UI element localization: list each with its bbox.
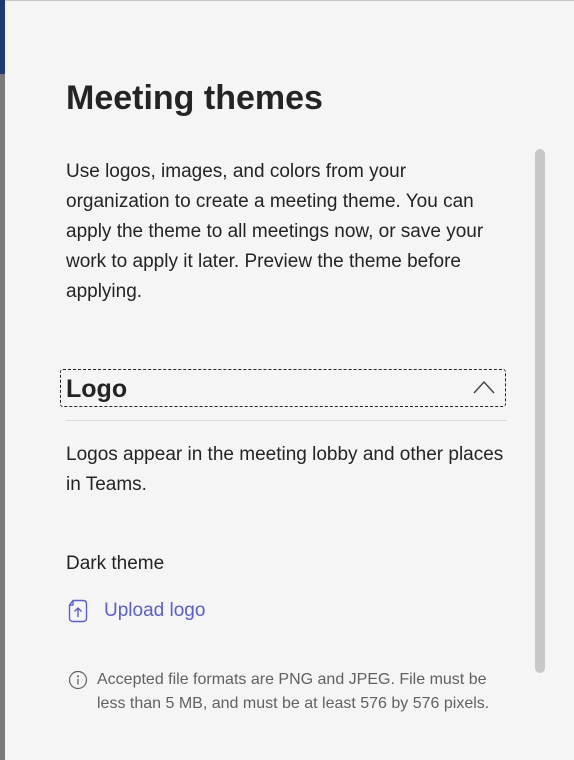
logo-section-description: Logos appear in the meeting lobby and ot…: [66, 444, 504, 495]
info-icon: [68, 670, 88, 690]
panel-description: Use logos, images, and colors from your …: [66, 161, 484, 302]
section-divider: [66, 420, 507, 421]
upload-logo-label: Upload logo: [104, 600, 206, 621]
upload-logo-button[interactable]: Upload logo: [67, 597, 205, 625]
logo-section-title: Logo: [66, 375, 128, 403]
dark-theme-label: Dark theme: [66, 553, 165, 574]
vertical-scrollbar[interactable]: [534, 149, 546, 673]
page-title: Meeting themes: [66, 79, 323, 117]
chevron-up-icon: [473, 380, 495, 394]
meeting-themes-panel: Meeting themes Use logos, images, and co…: [5, 1, 574, 760]
scrollbar-thumb[interactable]: [535, 149, 545, 673]
logo-section-header[interactable]: Logo: [60, 369, 506, 407]
upload-file-icon: [68, 599, 88, 623]
file-requirements-text: Accepted file formats are PNG and JPEG. …: [97, 671, 490, 712]
